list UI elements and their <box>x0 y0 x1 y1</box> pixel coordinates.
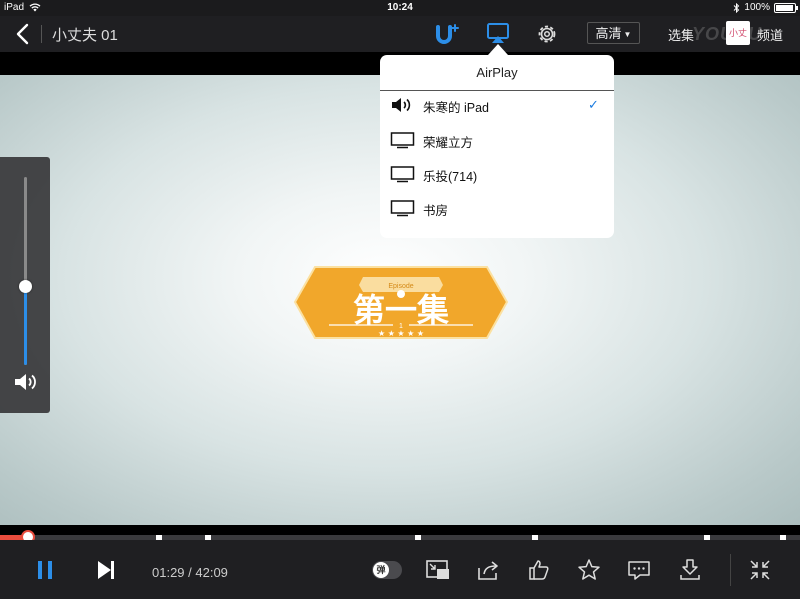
volume-knob[interactable] <box>19 280 32 293</box>
share-icon[interactable] <box>476 559 500 581</box>
bluetooth-icon <box>734 2 740 13</box>
device-label: 书房 <box>423 204 449 218</box>
favorite-star-icon[interactable] <box>577 558 601 582</box>
volume-fill <box>24 286 27 365</box>
channel-thumb-text: 小丈夫 <box>728 28 747 38</box>
next-episode-button[interactable] <box>94 559 118 581</box>
device-label: 荣耀立方 <box>423 136 474 150</box>
tv-icon <box>390 200 415 217</box>
airplay-title: AirPlay <box>476 65 518 80</box>
badge-stars: ★ ★ ★ ★ ★ <box>378 329 424 338</box>
popover-arrow <box>488 44 508 55</box>
thumbs-up-icon[interactable] <box>527 558 551 582</box>
status-time: 10:24 <box>387 2 413 13</box>
battery-icon <box>774 2 798 13</box>
status-right: 100% <box>733 2 798 13</box>
pip-icon[interactable] <box>425 559 451 581</box>
controls-divider <box>730 554 731 586</box>
tv-icon <box>390 132 415 149</box>
airplay-icon[interactable] <box>486 22 510 44</box>
channel-button[interactable]: 频道 <box>757 25 783 44</box>
title-divider <box>41 25 42 43</box>
video-title: 小丈夫 01 <box>52 27 118 44</box>
airplay-device-ipad[interactable]: 朱寒的 iPad ✓ <box>390 90 610 120</box>
back-button[interactable] <box>12 22 34 46</box>
pause-button[interactable] <box>34 559 56 581</box>
battery-percent: 100% <box>744 2 770 13</box>
device-label: 朱寒的 iPad <box>423 101 489 115</box>
volume-panel <box>0 157 50 413</box>
top-bar: 小丈夫 01 高清▼ 选集 YOUKU 小丈夫 频道 <box>0 16 800 52</box>
comment-icon[interactable] <box>627 559 651 581</box>
danmu-label: 弹 <box>373 562 389 578</box>
airplay-popover: AirPlay 朱寒的 iPad ✓ 荣耀立方 乐投(714) 书房 <box>380 55 614 238</box>
settings-gear-icon[interactable] <box>536 23 558 45</box>
checkmark-icon: ✓ <box>588 97 599 112</box>
quality-label: 高清 <box>595 26 622 41</box>
channel-thumbnail[interactable]: 小丈夫 <box>726 21 750 45</box>
youku-u-icon[interactable] <box>434 22 460 46</box>
status-bar: iPad 10:24 100% <box>0 0 800 16</box>
playback-time: 01:29 / 42:09 <box>152 565 228 580</box>
episode-badge: Episode 第一集 1 ★ ★ ★ ★ ★ <box>293 266 509 339</box>
bottom-controls: 01:29 / 42:09 弹 <box>0 540 800 599</box>
badge-small-text: Episode <box>388 283 413 290</box>
exit-fullscreen-icon[interactable] <box>749 559 771 581</box>
speaker-icon[interactable] <box>13 371 39 393</box>
episodes-button[interactable]: 选集 <box>668 25 694 44</box>
tv-icon <box>390 166 415 183</box>
quality-dropdown[interactable]: 高清 ▼ <box>587 22 640 44</box>
download-icon[interactable] <box>678 558 702 582</box>
danmu-toggle[interactable]: 弹 <box>372 561 402 579</box>
airplay-device-letou[interactable]: 乐投(714) <box>390 159 610 189</box>
airplay-device-rongyao[interactable]: 荣耀立方 <box>390 125 610 155</box>
caret-down-icon: ▼ <box>623 29 632 39</box>
speaker-icon <box>392 98 411 112</box>
airplay-device-study[interactable]: 书房 <box>390 193 610 223</box>
device-label: 乐投(714) <box>423 170 478 184</box>
